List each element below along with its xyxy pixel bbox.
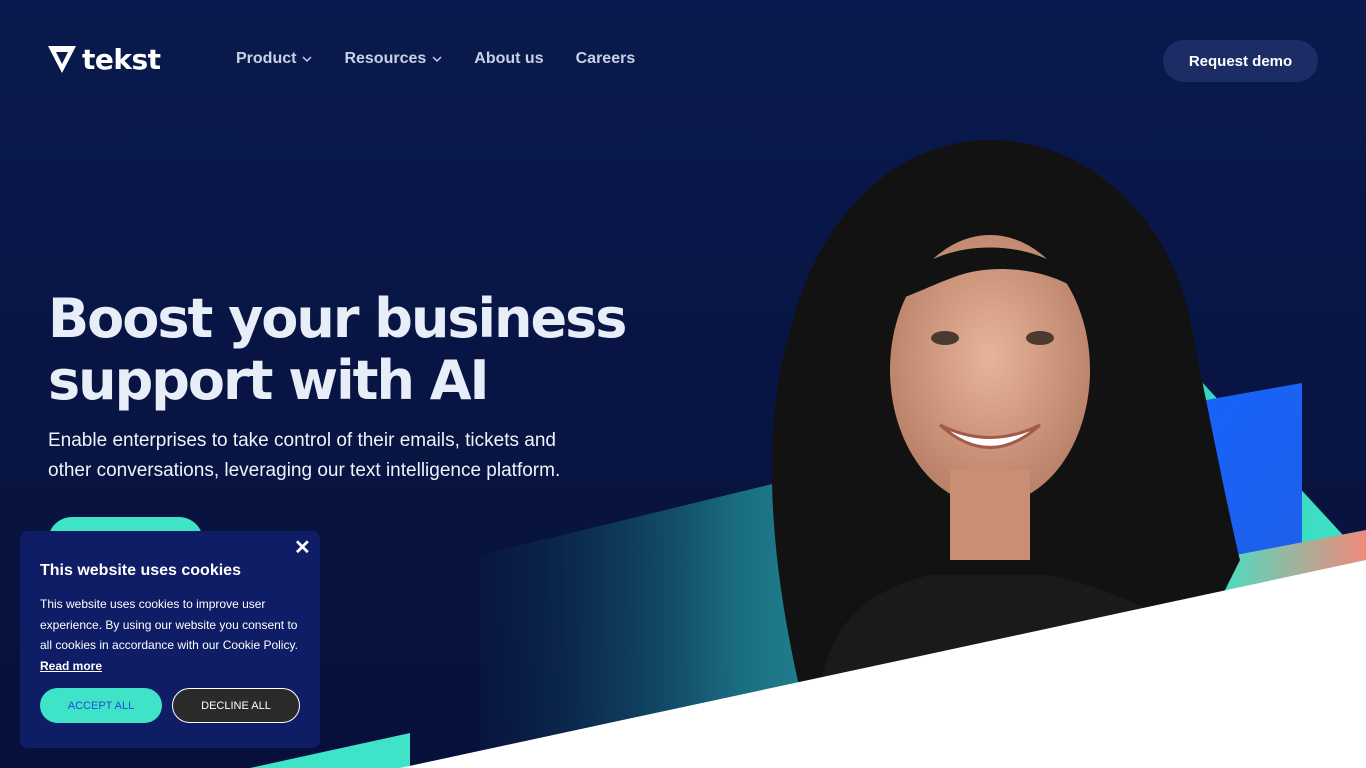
cookie-banner: ✕ This website uses cookies This website… [20, 531, 320, 748]
nav-item-careers[interactable]: Careers [576, 50, 636, 68]
read-more-link[interactable]: Read more [40, 659, 102, 673]
hero-title: Boost your business support with AI [48, 288, 688, 412]
hero-subtitle-line-2: other conversations, leveraging our text… [48, 460, 561, 481]
person-portrait-image [771, 140, 1240, 690]
hero-subtitle-line-1: Enable enterprises to take control of th… [48, 430, 556, 451]
nav-item-product[interactable]: Product [236, 50, 312, 68]
brand-logo[interactable]: tekst [48, 46, 161, 74]
nav-item-label: Resources [344, 50, 427, 67]
hero-title-line-1: Boost your business [48, 287, 627, 350]
brand-name: tekst [82, 43, 161, 76]
blue-panel-shape [1150, 383, 1302, 580]
close-icon[interactable]: ✕ [294, 538, 311, 558]
chevron-down-icon [302, 56, 312, 63]
nav-item-label: Product [236, 50, 297, 67]
cookie-body: This website uses cookies to improve use… [40, 594, 302, 676]
nav-item-resources[interactable]: Resources [344, 50, 442, 68]
cookie-title: This website uses cookies [40, 562, 241, 579]
cookie-body-text: This website uses cookies to improve use… [40, 597, 298, 652]
chevron-down-icon [432, 56, 442, 63]
site-header: tekst Product Resources About us Careers… [0, 0, 1366, 120]
nav-item-label: Careers [575, 50, 636, 67]
tekst-logo-icon [48, 46, 76, 73]
nav-item-about-us[interactable]: About us [474, 50, 543, 68]
coral-stripe-shape [1210, 530, 1366, 590]
hero-subtitle: Enable enterprises to take control of th… [48, 426, 648, 486]
hero-title-line-2: support with AI [48, 349, 490, 412]
decline-all-button[interactable]: DECLINE ALL [172, 688, 300, 723]
accept-all-button[interactable]: ACCEPT ALL [40, 688, 162, 723]
main-nav: Product Resources About us Careers [236, 50, 635, 68]
request-demo-button[interactable]: Request demo [1163, 40, 1318, 82]
nav-item-label: About us [474, 50, 544, 67]
white-diagonal-shape [400, 560, 1366, 768]
